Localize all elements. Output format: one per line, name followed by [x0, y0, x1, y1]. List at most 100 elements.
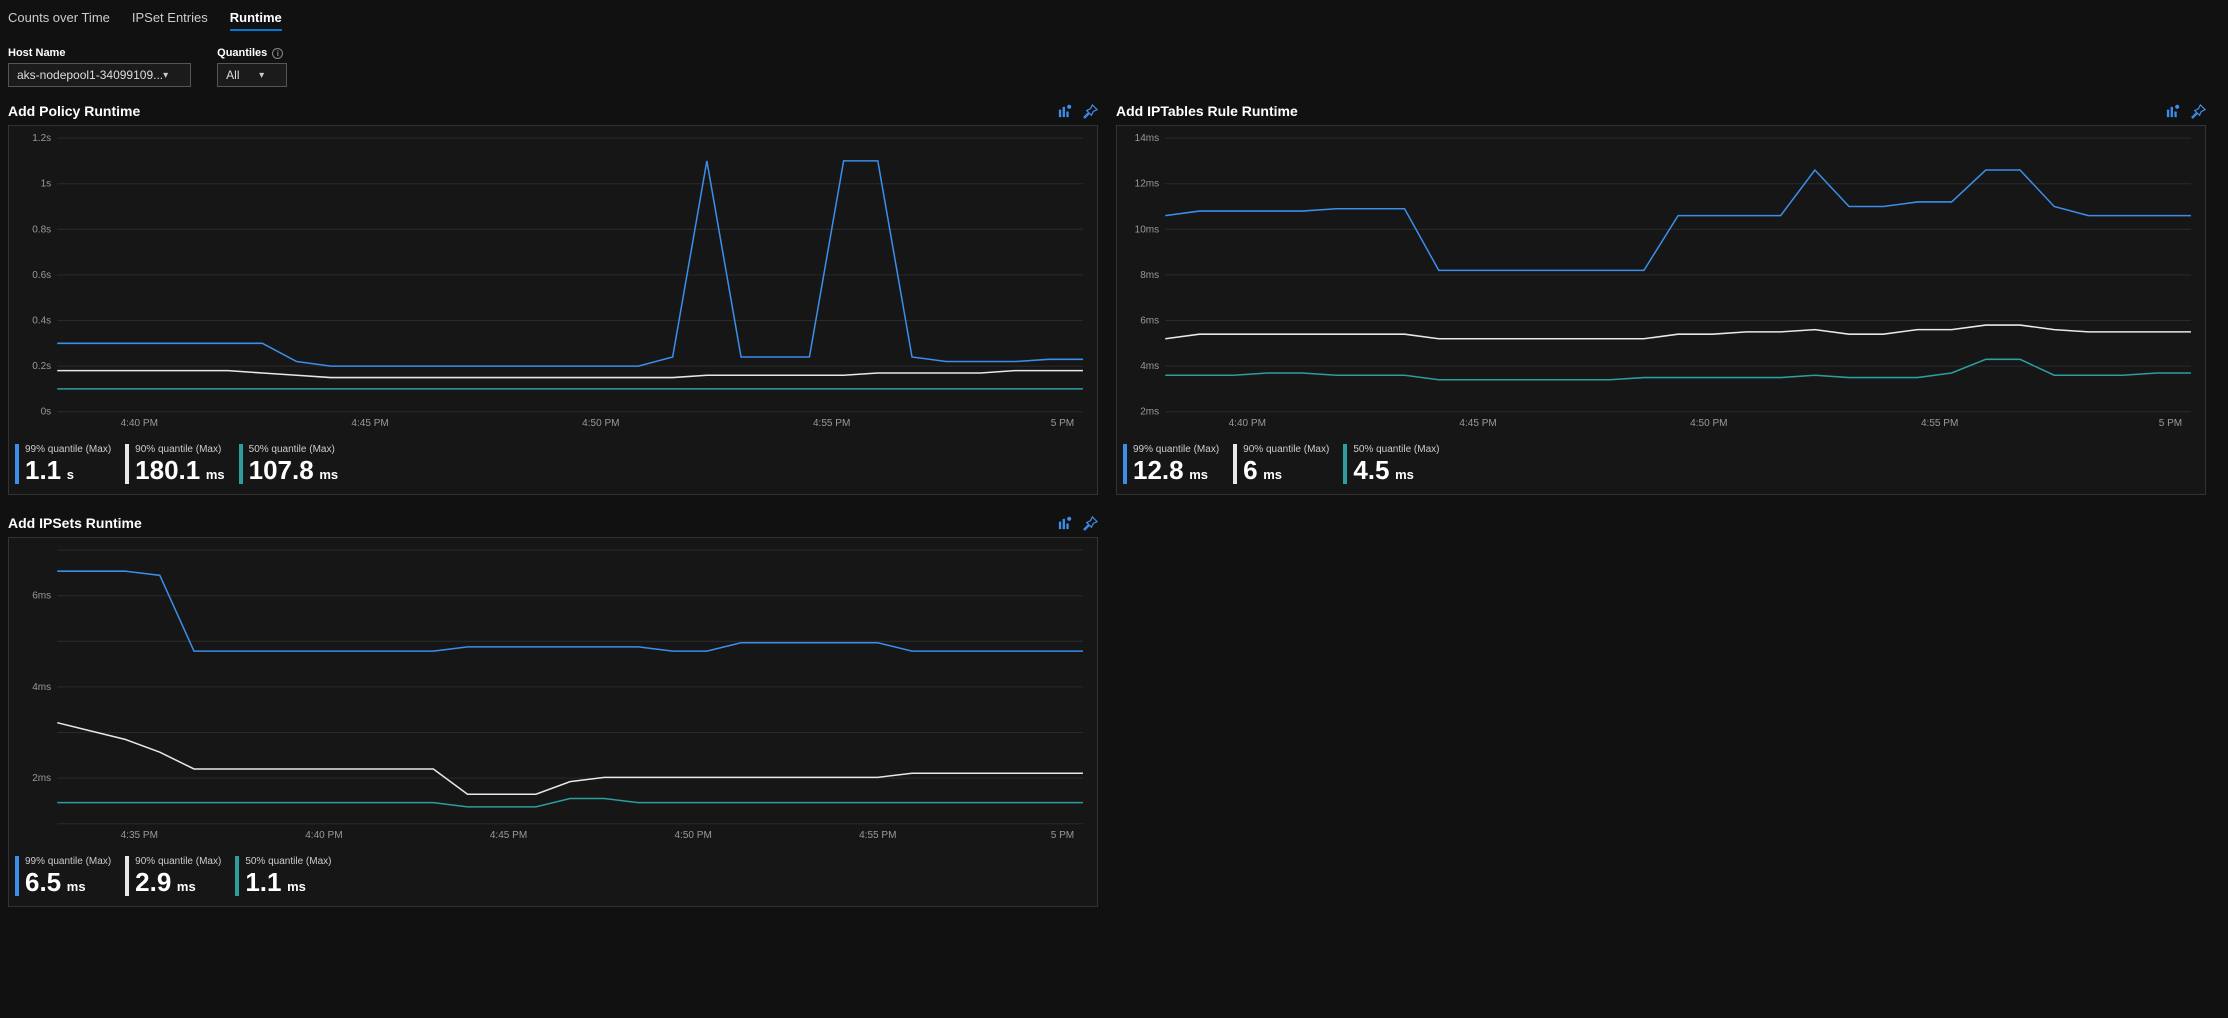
legend-item-q99[interactable]: 99% quantile (Max)1.1 s	[15, 444, 111, 484]
svg-text:4:55 PM: 4:55 PM	[1921, 418, 1958, 429]
svg-text:5 PM: 5 PM	[1051, 418, 1074, 429]
series-q90	[57, 371, 1083, 378]
info-icon: i	[272, 48, 283, 59]
chart-legend: 99% quantile (Max)12.8 ms 90% quantile (M…	[1117, 436, 2205, 494]
series-q90	[1165, 325, 2191, 339]
chart-card-add_ipsets: Add IPSets Runtime 2ms 4ms 6ms 4:35 PM 4:40 P…	[8, 513, 1098, 907]
svg-text:4:55 PM: 4:55 PM	[813, 418, 850, 429]
log-analytics-icon[interactable]	[1056, 515, 1072, 531]
quantiles-select[interactable]: All ▾	[217, 63, 287, 87]
svg-text:2ms: 2ms	[32, 773, 51, 784]
chart-plot[interactable]: 2ms 4ms 6ms 4:35 PM 4:40 PM 4:45 PM 4:50 PM 4:5…	[9, 538, 1097, 848]
chart-plot[interactable]: 0s 0.2s 0.4s 0.6s 0.8s 1s 1.2s 4:40 PM 4:45 PM 4:…	[9, 126, 1097, 436]
legend-item-q90[interactable]: 90% quantile (Max)6 ms	[1233, 444, 1329, 484]
legend-value: 180.1	[135, 455, 200, 485]
svg-text:6ms: 6ms	[32, 591, 51, 602]
pin-icon[interactable]	[2190, 103, 2206, 119]
legend-unit: ms	[316, 467, 338, 482]
legend-unit: ms	[1260, 467, 1282, 482]
chart-legend: 99% quantile (Max)1.1 s 90% quantile (Max…	[9, 436, 1097, 494]
svg-text:14ms: 14ms	[1135, 133, 1160, 144]
chart-plot[interactable]: 2ms 4ms 6ms 8ms 10ms 12ms 14ms 4:40 PM 4:45 PM 4:…	[1117, 126, 2205, 436]
svg-text:0s: 0s	[41, 407, 52, 418]
series-q99	[1165, 170, 2191, 270]
svg-text:4:45 PM: 4:45 PM	[1459, 418, 1496, 429]
svg-text:4:50 PM: 4:50 PM	[582, 418, 619, 429]
svg-text:4:40 PM: 4:40 PM	[305, 830, 342, 841]
legend-item-q50[interactable]: 50% quantile (Max)107.8 ms	[239, 444, 338, 484]
legend-value: 6.5	[25, 867, 61, 897]
svg-text:6ms: 6ms	[1140, 316, 1159, 327]
svg-text:4:55 PM: 4:55 PM	[859, 830, 896, 841]
svg-text:8ms: 8ms	[1140, 270, 1159, 281]
legend-unit: ms	[63, 879, 85, 894]
tab-bar: Counts over Time IPSet Entries Runtime	[8, 6, 2220, 39]
series-q90	[57, 723, 1083, 795]
chart-card-add_iptables: Add IPTables Rule Runtime2ms4ms6ms8ms10m…	[1116, 101, 2206, 495]
legend-value: 1.1	[25, 455, 61, 485]
svg-text:4ms: 4ms	[32, 682, 51, 693]
quantiles-label: Quantiles i	[217, 47, 287, 59]
tab-counts-over-time[interactable]: Counts over Time	[8, 10, 110, 31]
chart-title: Add Policy Runtime	[8, 103, 140, 119]
legend-item-q90[interactable]: 90% quantile (Max)180.1 ms	[125, 444, 224, 484]
legend-value: 1.1	[245, 867, 281, 897]
chart-title: Add IPSets Runtime	[8, 515, 142, 531]
svg-text:1s: 1s	[41, 179, 52, 190]
chevron-down-icon: ▾	[259, 70, 264, 81]
svg-text:0.2s: 0.2s	[32, 361, 51, 372]
legend-value: 4.5	[1353, 455, 1389, 485]
legend-value: 2.9	[135, 867, 171, 897]
log-analytics-icon[interactable]	[1056, 103, 1072, 119]
svg-text:5 PM: 5 PM	[2159, 418, 2182, 429]
series-q50	[1165, 359, 2191, 379]
legend-unit: s	[63, 467, 74, 482]
chart-title: Add IPTables Rule Runtime	[1116, 103, 1298, 119]
legend-item-q99[interactable]: 99% quantile (Max)12.8 ms	[1123, 444, 1219, 484]
chevron-down-icon: ▾	[163, 70, 168, 81]
legend-item-q90[interactable]: 90% quantile (Max)2.9 ms	[125, 856, 221, 896]
legend-item-q50[interactable]: 50% quantile (Max)4.5 ms	[1343, 444, 1439, 484]
legend-value: 107.8	[249, 455, 314, 485]
legend-item-q99[interactable]: 99% quantile (Max)6.5 ms	[15, 856, 111, 896]
legend-value: 6	[1243, 455, 1257, 485]
svg-text:0.4s: 0.4s	[32, 316, 51, 327]
charts-grid: Add Policy Runtime 0s 0.2s 0.4s 0.6s 0.8s 1s 1.…	[8, 101, 2220, 907]
legend-unit: ms	[173, 879, 195, 894]
svg-text:4:45 PM: 4:45 PM	[351, 418, 388, 429]
legend-unit: ms	[1186, 467, 1208, 482]
svg-text:5 PM: 5 PM	[1051, 830, 1074, 841]
filter-quantiles: Quantiles i All ▾	[217, 47, 287, 87]
hostname-select[interactable]: aks-nodepool1-34099109... ▾	[8, 63, 191, 87]
legend-value: 12.8	[1133, 455, 1184, 485]
svg-text:1.2s: 1.2s	[32, 133, 51, 144]
svg-text:2ms: 2ms	[1140, 407, 1159, 418]
legend-unit: ms	[283, 879, 305, 894]
svg-text:4:40 PM: 4:40 PM	[121, 418, 158, 429]
svg-text:12ms: 12ms	[1135, 179, 1160, 190]
legend-item-q50[interactable]: 50% quantile (Max)1.1 ms	[235, 856, 331, 896]
svg-text:4:50 PM: 4:50 PM	[674, 830, 711, 841]
svg-text:0.6s: 0.6s	[32, 270, 51, 281]
series-q99	[57, 571, 1083, 651]
svg-text:4:45 PM: 4:45 PM	[490, 830, 527, 841]
chart-legend: 99% quantile (Max)6.5 ms 90% quantile (Ma…	[9, 848, 1097, 906]
filter-bar: Host Name aks-nodepool1-34099109... ▾ Qu…	[8, 39, 2220, 101]
legend-unit: ms	[202, 467, 224, 482]
hostname-label: Host Name	[8, 47, 191, 59]
svg-text:0.8s: 0.8s	[32, 224, 51, 235]
tab-ipset-entries[interactable]: IPSet Entries	[132, 10, 208, 31]
series-q50	[57, 798, 1083, 806]
svg-text:4ms: 4ms	[1140, 361, 1159, 372]
log-analytics-icon[interactable]	[2164, 103, 2180, 119]
filter-hostname: Host Name aks-nodepool1-34099109... ▾	[8, 47, 191, 87]
hostname-value: aks-nodepool1-34099109...	[17, 68, 163, 82]
svg-text:10ms: 10ms	[1135, 224, 1160, 235]
svg-text:4:50 PM: 4:50 PM	[1690, 418, 1727, 429]
tab-runtime[interactable]: Runtime	[230, 10, 282, 31]
pin-icon[interactable]	[1082, 103, 1098, 119]
pin-icon[interactable]	[1082, 515, 1098, 531]
svg-text:4:35 PM: 4:35 PM	[121, 830, 158, 841]
quantiles-value: All	[226, 68, 239, 82]
svg-text:4:40 PM: 4:40 PM	[1229, 418, 1266, 429]
